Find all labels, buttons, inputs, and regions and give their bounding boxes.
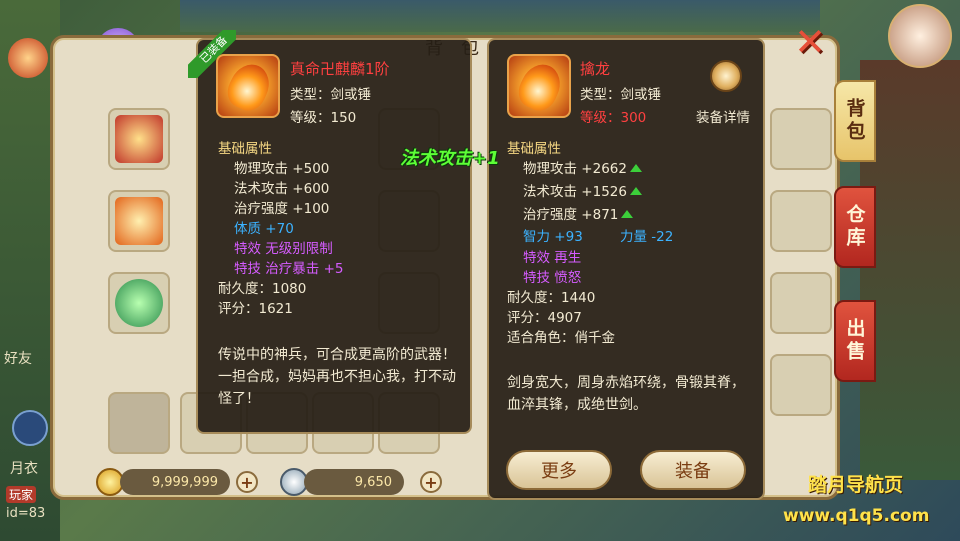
compare-intellect: 智力 +93 xyxy=(523,229,583,245)
compare-attr-text: 法术攻击 +1526 xyxy=(523,184,627,200)
equip-slot-necklace[interactable] xyxy=(108,272,170,334)
equipped-item-level: 等级：150 xyxy=(290,110,357,126)
more-button[interactable]: 更多 xyxy=(506,450,612,490)
compare-base-header: 基础属性 xyxy=(507,141,561,157)
equipped-score: 评分：1621 xyxy=(218,301,293,317)
tab-warehouse[interactable]: 仓库 xyxy=(834,186,876,268)
compare-score: 评分：4907 xyxy=(507,310,582,326)
equipped-special-skill: 特技 治疗暴击 +5 xyxy=(234,261,344,277)
bag-slot[interactable] xyxy=(770,354,832,416)
equipped-attr: 法术攻击 +600 xyxy=(234,181,330,197)
equipment-detail-button[interactable]: 装备详情 xyxy=(696,106,750,126)
add-gold-button[interactable]: + xyxy=(236,471,258,493)
compare-description: 剑身宽大，周身赤焰环绕，骨锻其脊，血淬其锋，成绝世剑。 xyxy=(507,375,745,413)
player-portrait[interactable] xyxy=(888,4,952,68)
equipped-constitution: 体质 +70 xyxy=(234,221,294,237)
tab-bag[interactable]: 背包 xyxy=(834,80,876,162)
compare-suitable-role: 适合角色：俏千金 xyxy=(507,330,615,346)
equipped-item-type: 类型：剑或锤 xyxy=(290,87,371,103)
equipment-detail-icon[interactable] xyxy=(710,60,742,92)
compare-attr: 物理攻击 +2662 xyxy=(523,157,642,177)
necklace-icon xyxy=(115,279,163,327)
compare-special-effect: 特效 再生 xyxy=(523,250,582,266)
equipped-weapon-icon xyxy=(216,54,280,118)
compare-attr: 法术攻击 +1526 xyxy=(523,180,642,200)
stat-up-icon xyxy=(621,210,634,218)
tab-sell[interactable]: 出售 xyxy=(834,300,876,382)
helmet-icon xyxy=(115,115,163,163)
equip-slot-empty[interactable] xyxy=(108,392,170,454)
silver-amount: 9,650 xyxy=(304,469,404,495)
compare-item-name: 擒龙 xyxy=(580,60,611,78)
stat-up-icon xyxy=(629,164,642,172)
stat-up-icon xyxy=(629,187,642,195)
compare-attr-text: 治疗强度 +871 xyxy=(523,207,619,223)
equipped-attr: 物理攻击 +500 xyxy=(234,161,330,177)
friend-label[interactable]: 好友 xyxy=(4,348,32,368)
chat-bubble-icon[interactable] xyxy=(12,410,48,446)
compare-attr: 治疗强度 +871 xyxy=(523,203,634,223)
close-button[interactable]: ✕ xyxy=(790,22,830,62)
gold-amount: 9,999,999 xyxy=(120,469,230,495)
sect-badge: 玩家 xyxy=(6,486,37,503)
flame-blade-icon xyxy=(513,58,567,116)
equipped-durability: 耐久度：1080 xyxy=(218,281,307,297)
equip-slot-helmet[interactable] xyxy=(108,108,170,170)
game-screen: 背包 ✕ 背包 仓库 出售 9,999,999 + 9,650 + 好友 月衣 … xyxy=(0,0,960,541)
weapon-icon xyxy=(115,197,163,245)
compare-item-type: 类型：剑或锤 xyxy=(580,87,661,103)
equipped-base-header: 基础属性 xyxy=(218,141,272,157)
compare-attr-text: 物理攻击 +2662 xyxy=(523,161,627,177)
flame-blade-icon xyxy=(222,58,276,116)
bag-slot[interactable] xyxy=(770,272,832,334)
equip-button[interactable]: 装备 xyxy=(640,450,746,490)
floating-stat-text: 法术攻击+1 xyxy=(400,148,500,169)
npc-avatar-icon[interactable] xyxy=(8,38,48,78)
compare-strength: 力量 -22 xyxy=(620,229,674,245)
equipped-attr: 治疗强度 +100 xyxy=(234,201,330,217)
player-name-label: 月衣 xyxy=(10,461,38,477)
equipped-item-name: 真命卍麒麟1阶 xyxy=(290,60,390,78)
compare-weapon-icon xyxy=(507,54,571,118)
compare-durability: 耐久度：1440 xyxy=(507,290,596,306)
bag-slot[interactable] xyxy=(770,190,832,252)
compare-special-skill: 特技 愤怒 xyxy=(523,270,582,286)
equipped-special-effect: 特效 无级别限制 xyxy=(234,241,333,257)
watermark-name: 踏月导航页 xyxy=(808,474,904,496)
equipped-description: 传说中的神兵，可合成更高阶的武器！一担合成，妈妈再也不担心我，打不动怪了！ xyxy=(218,347,456,407)
add-silver-button[interactable]: + xyxy=(420,471,442,493)
compare-item-level: 等级：300 xyxy=(580,110,647,126)
equip-slot-weapon[interactable] xyxy=(108,190,170,252)
watermark-url: www.q1q5.com xyxy=(783,506,930,526)
top-banner-strip xyxy=(180,0,820,32)
player-id-label: id=83 xyxy=(6,506,46,521)
bag-slot[interactable] xyxy=(770,108,832,170)
